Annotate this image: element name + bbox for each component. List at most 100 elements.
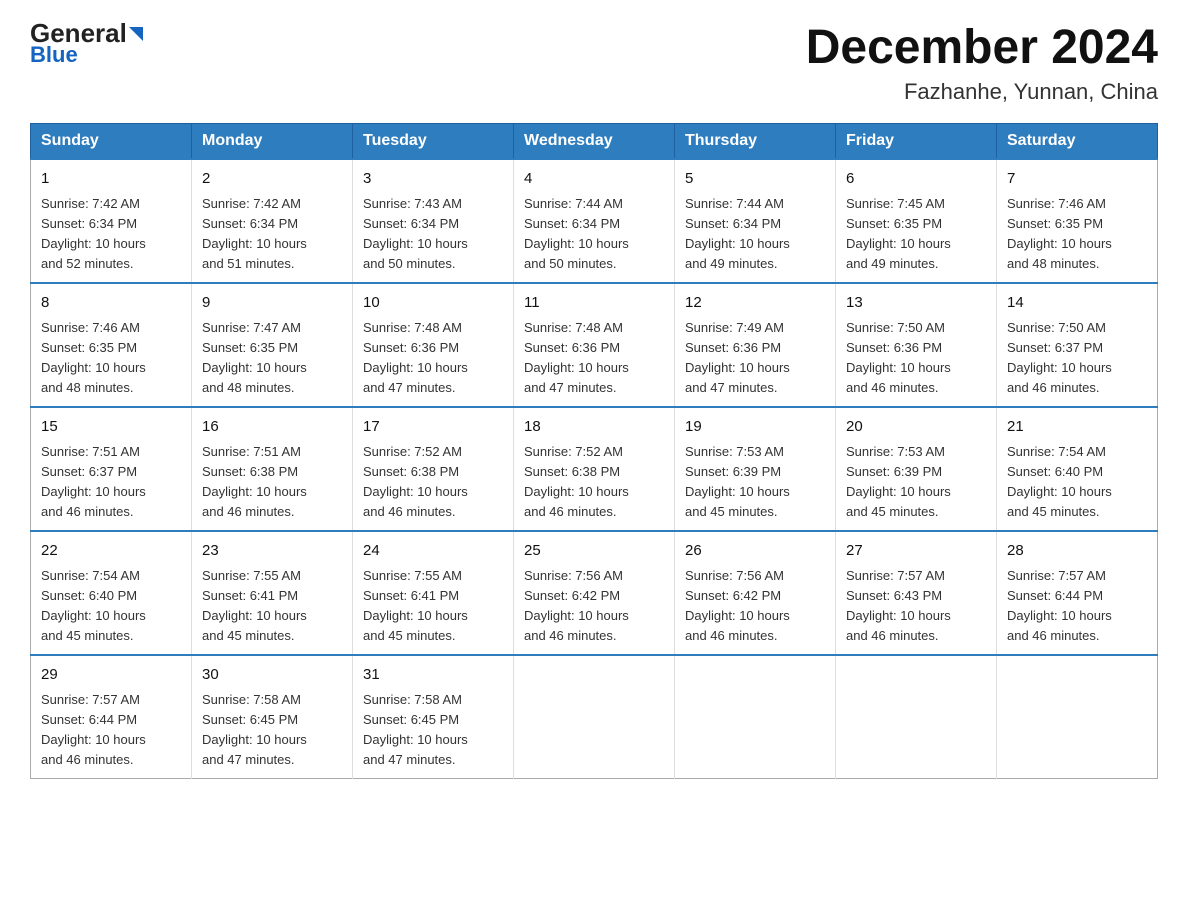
day-info: Sunrise: 7:54 AMSunset: 6:40 PMDaylight:… — [41, 568, 146, 643]
calendar-cell: 13 Sunrise: 7:50 AMSunset: 6:36 PMDaylig… — [836, 283, 997, 407]
day-of-week-header: Wednesday — [514, 124, 675, 160]
day-info: Sunrise: 7:48 AMSunset: 6:36 PMDaylight:… — [524, 320, 629, 395]
calendar-cell: 27 Sunrise: 7:57 AMSunset: 6:43 PMDaylig… — [836, 531, 997, 655]
calendar-cell: 21 Sunrise: 7:54 AMSunset: 6:40 PMDaylig… — [997, 407, 1158, 531]
day-number: 15 — [41, 416, 181, 439]
day-number: 29 — [41, 664, 181, 687]
title-block: December 2024 Fazhanhe, Yunnan, China — [806, 20, 1158, 105]
page-header: General Blue December 2024 Fazhanhe, Yun… — [30, 20, 1158, 105]
calendar-cell — [514, 655, 675, 779]
calendar-cell: 23 Sunrise: 7:55 AMSunset: 6:41 PMDaylig… — [192, 531, 353, 655]
calendar-cell: 29 Sunrise: 7:57 AMSunset: 6:44 PMDaylig… — [31, 655, 192, 779]
day-info: Sunrise: 7:42 AMSunset: 6:34 PMDaylight:… — [202, 196, 307, 271]
day-number: 13 — [846, 292, 986, 315]
day-number: 26 — [685, 540, 825, 563]
calendar-cell: 8 Sunrise: 7:46 AMSunset: 6:35 PMDayligh… — [31, 283, 192, 407]
day-info: Sunrise: 7:42 AMSunset: 6:34 PMDaylight:… — [41, 196, 146, 271]
day-of-week-header: Friday — [836, 124, 997, 160]
day-info: Sunrise: 7:58 AMSunset: 6:45 PMDaylight:… — [363, 692, 468, 767]
day-number: 14 — [1007, 292, 1147, 315]
day-number: 9 — [202, 292, 342, 315]
day-info: Sunrise: 7:51 AMSunset: 6:38 PMDaylight:… — [202, 444, 307, 519]
day-of-week-header: Monday — [192, 124, 353, 160]
calendar-cell: 25 Sunrise: 7:56 AMSunset: 6:42 PMDaylig… — [514, 531, 675, 655]
calendar-cell: 20 Sunrise: 7:53 AMSunset: 6:39 PMDaylig… — [836, 407, 997, 531]
day-info: Sunrise: 7:56 AMSunset: 6:42 PMDaylight:… — [524, 568, 629, 643]
day-info: Sunrise: 7:44 AMSunset: 6:34 PMDaylight:… — [524, 196, 629, 271]
calendar-cell: 2 Sunrise: 7:42 AMSunset: 6:34 PMDayligh… — [192, 159, 353, 283]
calendar-cell — [997, 655, 1158, 779]
day-number: 18 — [524, 416, 664, 439]
calendar-cell: 17 Sunrise: 7:52 AMSunset: 6:38 PMDaylig… — [353, 407, 514, 531]
day-of-week-header: Tuesday — [353, 124, 514, 160]
calendar-cell: 1 Sunrise: 7:42 AMSunset: 6:34 PMDayligh… — [31, 159, 192, 283]
calendar-cell: 16 Sunrise: 7:51 AMSunset: 6:38 PMDaylig… — [192, 407, 353, 531]
day-number: 23 — [202, 540, 342, 563]
day-info: Sunrise: 7:56 AMSunset: 6:42 PMDaylight:… — [685, 568, 790, 643]
location-title: Fazhanhe, Yunnan, China — [806, 79, 1158, 105]
calendar-cell: 7 Sunrise: 7:46 AMSunset: 6:35 PMDayligh… — [997, 159, 1158, 283]
day-number: 21 — [1007, 416, 1147, 439]
day-of-week-header: Saturday — [997, 124, 1158, 160]
calendar-cell: 12 Sunrise: 7:49 AMSunset: 6:36 PMDaylig… — [675, 283, 836, 407]
day-number: 16 — [202, 416, 342, 439]
day-info: Sunrise: 7:52 AMSunset: 6:38 PMDaylight:… — [524, 444, 629, 519]
day-number: 11 — [524, 292, 664, 315]
calendar-cell: 31 Sunrise: 7:58 AMSunset: 6:45 PMDaylig… — [353, 655, 514, 779]
calendar-week-row: 15 Sunrise: 7:51 AMSunset: 6:37 PMDaylig… — [31, 407, 1158, 531]
day-of-week-header: Thursday — [675, 124, 836, 160]
calendar-cell: 19 Sunrise: 7:53 AMSunset: 6:39 PMDaylig… — [675, 407, 836, 531]
day-number: 17 — [363, 416, 503, 439]
day-info: Sunrise: 7:55 AMSunset: 6:41 PMDaylight:… — [363, 568, 468, 643]
calendar-header-row: SundayMondayTuesdayWednesdayThursdayFrid… — [31, 124, 1158, 160]
calendar-cell: 30 Sunrise: 7:58 AMSunset: 6:45 PMDaylig… — [192, 655, 353, 779]
calendar-cell — [836, 655, 997, 779]
day-info: Sunrise: 7:51 AMSunset: 6:37 PMDaylight:… — [41, 444, 146, 519]
calendar-week-row: 22 Sunrise: 7:54 AMSunset: 6:40 PMDaylig… — [31, 531, 1158, 655]
day-number: 4 — [524, 168, 664, 191]
day-of-week-header: Sunday — [31, 124, 192, 160]
day-number: 19 — [685, 416, 825, 439]
day-number: 30 — [202, 664, 342, 687]
day-info: Sunrise: 7:52 AMSunset: 6:38 PMDaylight:… — [363, 444, 468, 519]
calendar-cell: 22 Sunrise: 7:54 AMSunset: 6:40 PMDaylig… — [31, 531, 192, 655]
day-number: 27 — [846, 540, 986, 563]
calendar-cell: 26 Sunrise: 7:56 AMSunset: 6:42 PMDaylig… — [675, 531, 836, 655]
day-info: Sunrise: 7:53 AMSunset: 6:39 PMDaylight:… — [685, 444, 790, 519]
day-info: Sunrise: 7:43 AMSunset: 6:34 PMDaylight:… — [363, 196, 468, 271]
day-number: 5 — [685, 168, 825, 191]
day-number: 22 — [41, 540, 181, 563]
calendar-cell: 11 Sunrise: 7:48 AMSunset: 6:36 PMDaylig… — [514, 283, 675, 407]
day-info: Sunrise: 7:50 AMSunset: 6:37 PMDaylight:… — [1007, 320, 1112, 395]
day-info: Sunrise: 7:53 AMSunset: 6:39 PMDaylight:… — [846, 444, 951, 519]
calendar-table: SundayMondayTuesdayWednesdayThursdayFrid… — [30, 123, 1158, 779]
day-number: 7 — [1007, 168, 1147, 191]
day-number: 3 — [363, 168, 503, 191]
day-info: Sunrise: 7:45 AMSunset: 6:35 PMDaylight:… — [846, 196, 951, 271]
calendar-cell: 14 Sunrise: 7:50 AMSunset: 6:37 PMDaylig… — [997, 283, 1158, 407]
day-info: Sunrise: 7:57 AMSunset: 6:44 PMDaylight:… — [1007, 568, 1112, 643]
day-number: 8 — [41, 292, 181, 315]
day-number: 10 — [363, 292, 503, 315]
day-number: 20 — [846, 416, 986, 439]
day-number: 12 — [685, 292, 825, 315]
day-info: Sunrise: 7:46 AMSunset: 6:35 PMDaylight:… — [1007, 196, 1112, 271]
month-title: December 2024 — [806, 20, 1158, 75]
calendar-cell: 3 Sunrise: 7:43 AMSunset: 6:34 PMDayligh… — [353, 159, 514, 283]
day-info: Sunrise: 7:50 AMSunset: 6:36 PMDaylight:… — [846, 320, 951, 395]
day-info: Sunrise: 7:48 AMSunset: 6:36 PMDaylight:… — [363, 320, 468, 395]
day-number: 6 — [846, 168, 986, 191]
calendar-cell: 24 Sunrise: 7:55 AMSunset: 6:41 PMDaylig… — [353, 531, 514, 655]
calendar-cell: 9 Sunrise: 7:47 AMSunset: 6:35 PMDayligh… — [192, 283, 353, 407]
calendar-week-row: 29 Sunrise: 7:57 AMSunset: 6:44 PMDaylig… — [31, 655, 1158, 779]
calendar-cell: 28 Sunrise: 7:57 AMSunset: 6:44 PMDaylig… — [997, 531, 1158, 655]
logo-arrow-icon — [129, 27, 143, 41]
logo: General Blue — [30, 20, 143, 68]
calendar-cell — [675, 655, 836, 779]
calendar-cell: 5 Sunrise: 7:44 AMSunset: 6:34 PMDayligh… — [675, 159, 836, 283]
day-info: Sunrise: 7:57 AMSunset: 6:43 PMDaylight:… — [846, 568, 951, 643]
day-info: Sunrise: 7:44 AMSunset: 6:34 PMDaylight:… — [685, 196, 790, 271]
day-number: 28 — [1007, 540, 1147, 563]
day-info: Sunrise: 7:49 AMSunset: 6:36 PMDaylight:… — [685, 320, 790, 395]
calendar-cell: 10 Sunrise: 7:48 AMSunset: 6:36 PMDaylig… — [353, 283, 514, 407]
